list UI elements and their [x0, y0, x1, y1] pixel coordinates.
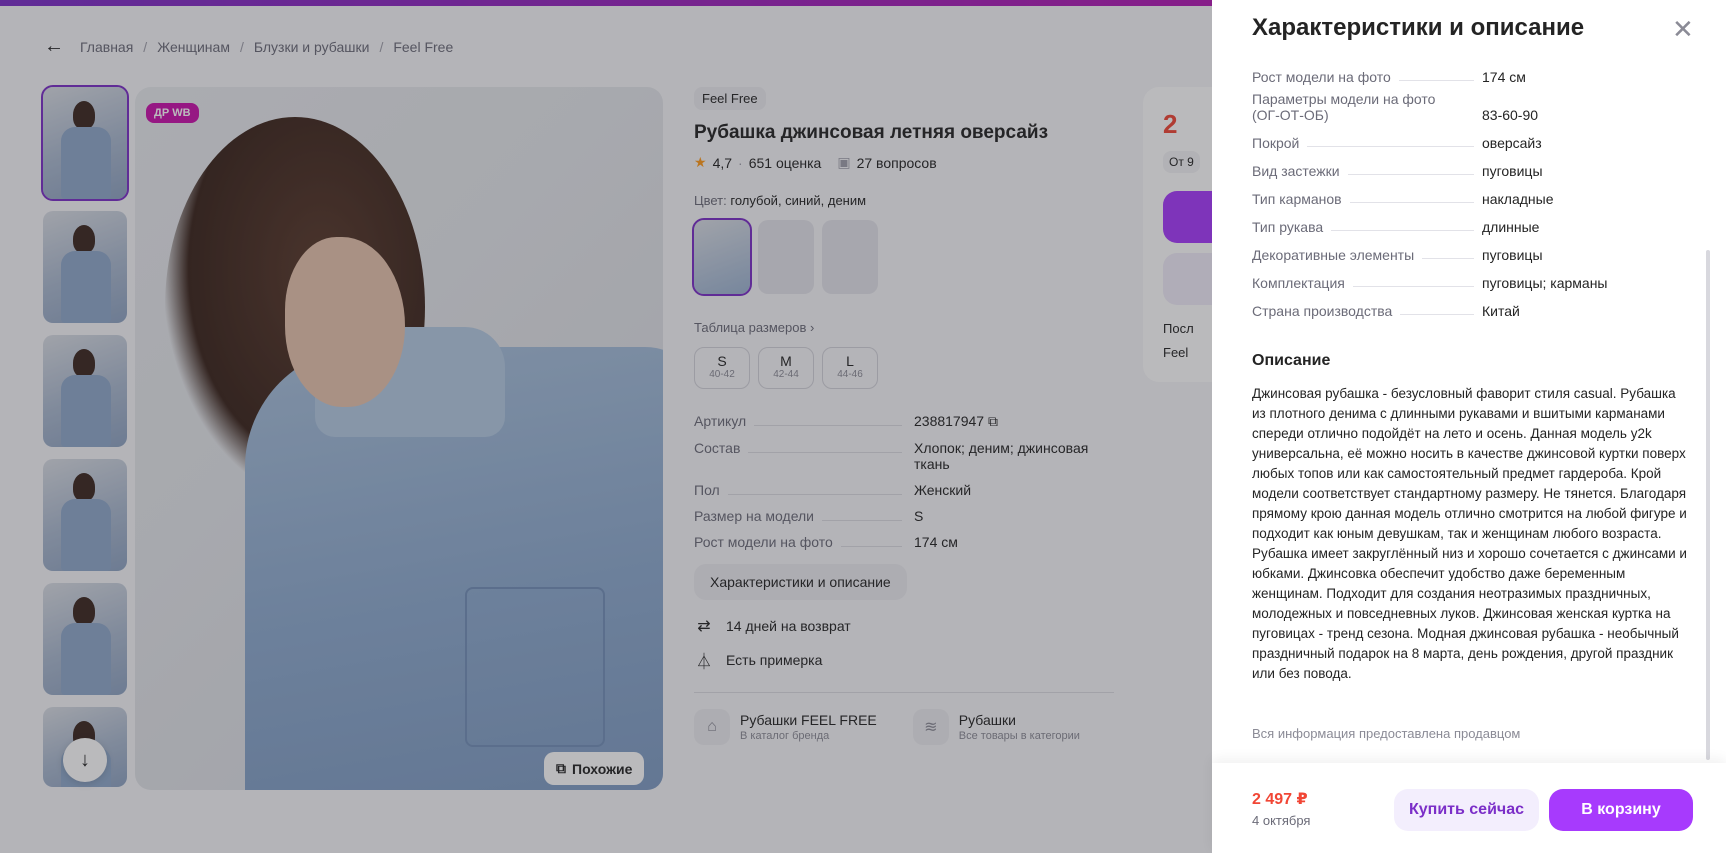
characteristic-row: Рост модели на фото 174 см — [1252, 63, 1692, 91]
footer-price: 2 497 ₽ — [1252, 791, 1308, 808]
char-value: длинные — [1482, 219, 1540, 235]
delivery-date: 4 октября — [1252, 813, 1311, 828]
char-value: оверсайз — [1482, 135, 1542, 151]
characteristic-row: Декоративные элементы пуговицы — [1252, 241, 1692, 269]
description-text: Джинсовая рубашка - безусловный фаворит … — [1252, 386, 1687, 681]
characteristics-list: Рост модели на фото 174 см Параметры моде… — [1252, 63, 1692, 325]
char-key: Рост модели на фото — [1252, 69, 1391, 85]
char-key: Страна производства — [1252, 303, 1393, 319]
close-icon[interactable]: ✕ — [1672, 14, 1694, 45]
char-key: Тип рукава — [1252, 219, 1324, 235]
buy-now-button[interactable]: Купить сейчас — [1394, 789, 1539, 831]
panel-footer: 2 497 ₽ 4 октября Купить сейчас В корзин… — [1212, 763, 1726, 853]
char-key: Декоративные элементы — [1252, 247, 1415, 263]
panel-title: Характеристики и описание — [1252, 14, 1585, 41]
char-value: пуговицы — [1482, 163, 1543, 179]
modal-overlay[interactable] — [0, 0, 1212, 853]
char-value: накладные — [1482, 191, 1554, 207]
characteristic-row: Тип карманов накладные — [1252, 185, 1692, 213]
char-key: Вид застежки — [1252, 163, 1340, 179]
characteristic-row: Комплектация пуговицы; карманы — [1252, 269, 1692, 297]
char-key: Параметры модели на фото (ОГ-ОТ-ОБ) — [1252, 91, 1436, 123]
seller-note: Вся информация предоставлена продавцом — [1252, 726, 1521, 741]
add-to-cart-button[interactable]: В корзину — [1549, 789, 1693, 831]
char-key: Покрой — [1252, 135, 1300, 151]
char-key: Тип карманов — [1252, 191, 1342, 207]
char-key: Комплектация — [1252, 275, 1345, 291]
char-value: Китай — [1482, 303, 1520, 319]
char-value: пуговицы — [1482, 247, 1543, 263]
char-value: 174 см — [1482, 69, 1526, 85]
characteristic-row: Тип рукава длинные — [1252, 213, 1692, 241]
panel-scrollbar[interactable] — [1706, 250, 1710, 760]
characteristic-row: Вид застежки пуговицы — [1252, 157, 1692, 185]
characteristics-panel: Характеристики и описание ✕ Рост модели … — [1212, 0, 1726, 853]
characteristic-row: Покрой оверсайз — [1252, 129, 1692, 157]
characteristic-row: Параметры модели на фото (ОГ-ОТ-ОБ) 83-60… — [1252, 91, 1692, 129]
char-value: пуговицы; карманы — [1482, 275, 1608, 291]
char-value: 83-60-90 — [1482, 107, 1539, 123]
description-heading: Описание — [1252, 352, 1331, 369]
characteristic-row: Страна производства Китай — [1252, 297, 1692, 325]
